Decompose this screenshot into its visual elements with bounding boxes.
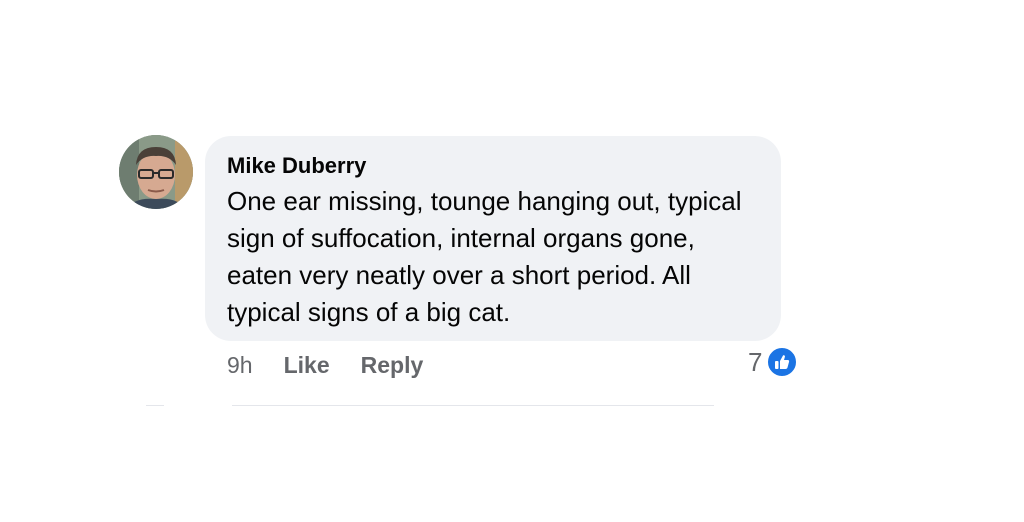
avatar-photo-icon — [119, 135, 193, 209]
like-button[interactable]: Like — [284, 352, 330, 379]
comment-actions: 9h Like Reply — [227, 349, 423, 381]
reaction-count: 7 — [748, 346, 763, 377]
comment-page: Mike Duberry One ear missing, tounge han… — [0, 0, 1024, 522]
comment-bubble: Mike Duberry One ear missing, tounge han… — [205, 136, 781, 341]
divider — [232, 405, 714, 406]
reply-button[interactable]: Reply — [361, 352, 424, 379]
reaction-summary[interactable]: 7 — [748, 346, 799, 378]
comment-author[interactable]: Mike Duberry — [227, 151, 759, 181]
comment-text: One ear missing, tounge hanging out, typ… — [227, 186, 742, 327]
comment-timestamp[interactable]: 9h — [227, 352, 253, 379]
divider — [146, 405, 164, 406]
like-thumbs-up-icon — [766, 346, 799, 378]
avatar[interactable] — [119, 135, 193, 209]
